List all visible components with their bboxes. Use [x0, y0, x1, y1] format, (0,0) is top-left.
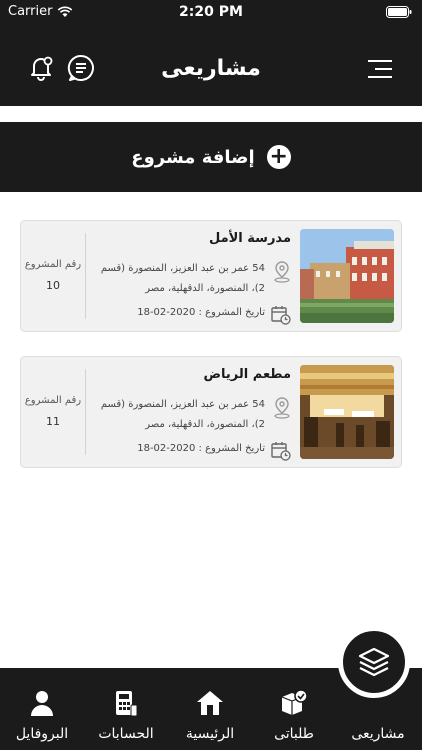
tab-accounts-label: الحسابات [98, 726, 154, 742]
location-pin-icon [274, 397, 290, 419]
home-icon [197, 691, 223, 715]
project-card[interactable]: مدرسة الأمل 54 عمر بن عبد العزيز، المنصو… [20, 220, 402, 332]
page-title: مشاريعى [161, 56, 261, 81]
project-date: تاريخ المشروع : 2020-02-18 [137, 307, 265, 318]
app-header: Carrier 2:20 PM مشاريعى [0, 0, 422, 106]
tab-profile[interactable]: البروفايل [0, 686, 84, 742]
calendar-clock-icon [271, 306, 291, 325]
box-check-icon [281, 689, 308, 715]
project-number: 11 [46, 415, 60, 428]
add-project-button[interactable]: إضافة مشروع + [0, 122, 422, 192]
user-icon [31, 691, 53, 716]
project-photo-school [300, 229, 394, 323]
project-address: 54 عمر بن عبد العزيز، المنصورة (قسم 2)، … [100, 399, 265, 430]
card-divider [85, 233, 86, 319]
menu-icon[interactable] [366, 58, 394, 80]
project-address: 54 عمر بن عبد العزيز، المنصورة (قسم 2)، … [100, 263, 265, 294]
project-name: مطعم الرياض [203, 367, 291, 382]
tab-accounts[interactable]: الحسابات [84, 686, 168, 742]
add-project-label: إضافة مشروع [131, 146, 255, 168]
layers-icon [358, 647, 390, 677]
tab-home-label: الرئيسية [185, 726, 235, 742]
project-photo-restaurant [300, 365, 394, 459]
location-pin-icon [274, 261, 290, 283]
tab-my-projects-label: مشاريعى [351, 726, 405, 742]
project-name: مدرسة الأمل [208, 231, 291, 246]
plus-icon: + [266, 145, 291, 169]
project-date: تاريخ المشروع : 2020-02-18 [137, 443, 265, 454]
tab-my-orders-label: طلباتى [274, 726, 314, 742]
project-card[interactable]: مطعم الرياض 54 عمر بن عبد العزيز، المنصو… [20, 356, 402, 468]
status-bar: Carrier 2:20 PM [0, 0, 422, 24]
my-projects-active-button[interactable] [338, 626, 410, 698]
calculator-icon [116, 691, 138, 717]
battery-icon [386, 6, 412, 18]
tab-my-orders[interactable]: طلباتى [252, 686, 336, 742]
tab-home[interactable]: الرئيسية [168, 686, 252, 742]
tab-profile-label: البروفايل [15, 726, 69, 742]
clock: 2:20 PM [179, 4, 243, 20]
calendar-clock-icon [271, 442, 291, 461]
project-number-label: رقم المشروع [24, 395, 82, 406]
project-number-label: رقم المشروع [24, 259, 82, 270]
project-number: 10 [46, 279, 60, 292]
card-divider [85, 369, 86, 455]
